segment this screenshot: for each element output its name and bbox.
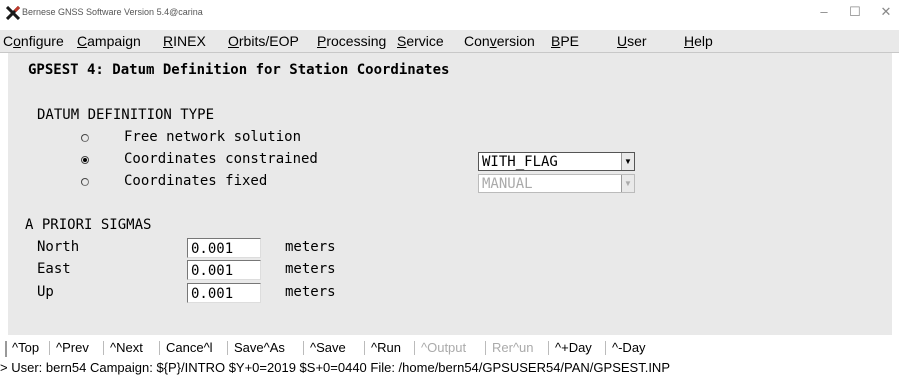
save-button[interactable]: ^Save [310,340,346,355]
datum-section-heading: DATUM DEFINITION TYPE [37,107,215,123]
status-text: > User: bern54 Campaign: ${P}/INTRO $Y+0… [0,360,670,375]
menu-bar: Configure Campaign RINEX Orbits/EOP Proc… [0,30,899,53]
next-button[interactable]: ^Next [110,340,143,355]
menu-user[interactable]: User [617,33,647,49]
sigma-unit-north: meters [285,239,336,255]
sigma-north-value: 0.001 [191,241,234,257]
window-title: Bernese GNSS Software Version 5.4@carina [22,7,203,17]
divider [548,341,549,355]
menu-conversion[interactable]: Conversion [464,33,535,49]
option-label-constrained: Coordinates constrained [124,151,318,167]
minimize-button[interactable]: – [814,4,834,19]
divider [159,341,160,355]
sigma-east-input[interactable]: 0.001 [187,260,261,280]
sigma-north-input[interactable]: 0.001 [187,238,261,258]
fixed-type-value: MANUAL [482,176,533,192]
divider [227,341,228,355]
chevron-down-icon: ▼ [621,175,634,192]
menu-configure[interactable]: Configure [3,33,64,49]
x-logo-icon [6,6,20,20]
status-bar: > User: bern54 Campaign: ${P}/INTRO $Y+0… [0,358,899,376]
divider [364,341,365,355]
title-bar: Bernese GNSS Software Version 5.4@carina… [0,0,899,28]
drag-handle[interactable] [5,341,7,357]
minus-day-button[interactable]: ^-Day [612,340,646,355]
menu-service[interactable]: Service [397,33,444,49]
sigma-section-heading: A PRIORI SIGMAS [25,217,152,233]
divider [103,341,104,355]
sigma-east-value: 0.001 [191,263,234,279]
save-as-button[interactable]: Save^As [234,340,285,355]
output-button: ^Output [421,340,467,355]
prev-button[interactable]: ^Prev [56,340,89,355]
divider [605,341,606,355]
run-button[interactable]: ^Run [371,340,401,355]
menu-processing[interactable]: Processing [317,33,386,49]
top-button[interactable]: ^Top [12,340,39,355]
radio-coordinates-fixed[interactable] [81,178,89,186]
sigma-label-east: East [37,261,71,277]
sigma-up-input[interactable]: 0.001 [187,283,261,303]
constrained-type-value: WITH_FLAG [482,154,558,170]
radio-free-network[interactable] [81,134,89,142]
option-label-fixed: Coordinates fixed [124,173,268,189]
divider [49,341,50,355]
sigma-unit-up: meters [285,284,336,300]
divider [485,341,486,355]
chevron-down-icon[interactable]: ▼ [621,153,634,170]
menu-help[interactable]: Help [684,33,713,49]
menu-bpe[interactable]: BPE [551,33,579,49]
option-label-free-network: Free network solution [124,129,302,145]
fixed-type-select: MANUAL ▼ [478,174,635,193]
rerun-button: Rer^un [492,340,534,355]
menu-campaign[interactable]: Campaign [77,33,141,49]
sigma-label-north: North [37,239,80,255]
button-bar: ^Top ^Prev ^Next Cance^l Save^As ^Save ^… [0,338,899,358]
menu-rinex[interactable]: RINEX [163,33,206,49]
plus-day-button[interactable]: ^+Day [555,340,592,355]
radio-coordinates-constrained[interactable] [81,156,89,164]
close-button[interactable]: ✕ [876,4,896,20]
sigma-up-value: 0.001 [191,286,234,302]
menu-orbits-eop[interactable]: Orbits/EOP [228,33,299,49]
divider [303,341,304,355]
page-title: GPSEST 4: Datum Definition for Station C… [28,62,450,78]
maximize-button[interactable]: ☐ [845,4,865,20]
cancel-button[interactable]: Cance^l [166,340,213,355]
sigma-unit-east: meters [285,261,336,277]
constrained-type-select[interactable]: WITH_FLAG ▼ [478,152,635,171]
divider [414,341,415,355]
sigma-label-up: Up [37,284,54,300]
input-panel [8,53,892,335]
